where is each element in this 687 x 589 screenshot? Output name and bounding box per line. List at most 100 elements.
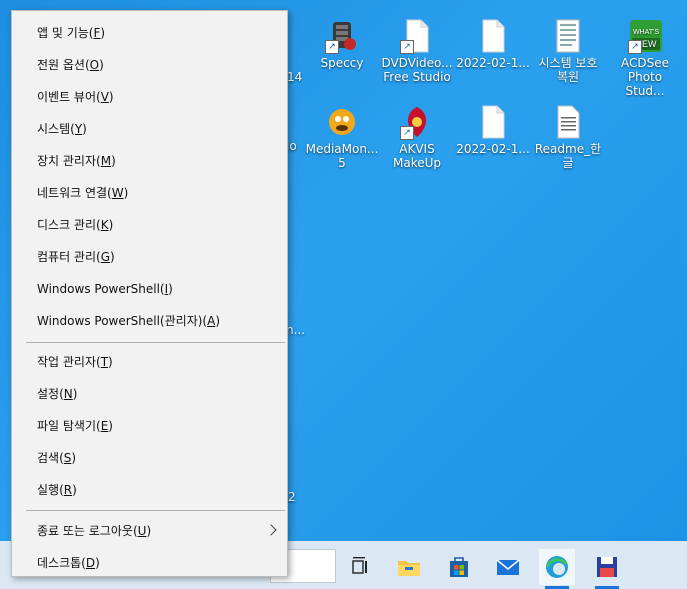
menu-item-label: 작업 관리자(	[37, 355, 101, 369]
desktop-icon-acdsee[interactable]: WHAT'S NEW ↗ ACDSee Photo Stud...	[607, 18, 683, 98]
desktop-icon-label: Speccy	[320, 56, 364, 70]
save-app-icon	[597, 557, 617, 577]
file-explorer-icon	[398, 561, 420, 576]
menu-item-label-tail: )	[123, 186, 129, 200]
shortcut-arrow-icon: ↗	[400, 40, 414, 54]
desktop-icon-akvis-makeup[interactable]: ↗ AKVIS MakeUp	[379, 104, 455, 170]
menu-item-label: Windows PowerShell(	[37, 282, 165, 296]
menu-item-computer-management[interactable]: 컴퓨터 관리(G)	[12, 243, 287, 271]
microsoft-store-button[interactable]	[441, 549, 477, 585]
menu-item-label: 데스크톱(	[37, 556, 86, 570]
desktop-icon-system-restore[interactable]: 시스템 보호 복원	[530, 18, 606, 84]
menu-item-windows-powershell[interactable]: Windows PowerShell(I)	[12, 275, 287, 303]
hidden-icon-label-fragment: n...	[286, 323, 306, 337]
task-view-button[interactable]	[342, 549, 378, 585]
menu-item-label-tail: )	[72, 387, 78, 401]
menu-item-power-options[interactable]: 전원 옵션(O)	[12, 51, 287, 79]
menu-item-label: 네트워크 연결(	[37, 186, 112, 200]
text-file-icon	[551, 104, 585, 140]
hidden-icon-label-fragment: 14	[287, 70, 303, 84]
desktop-icon-label: AKVIS MakeUp	[392, 142, 441, 170]
menu-item-accelerator: O	[89, 58, 100, 72]
menu-item-label-tail: )	[111, 154, 116, 168]
menu-item-accelerator: V	[100, 90, 109, 104]
menu-item-desktop[interactable]: 데스크톱(D)	[12, 549, 287, 577]
menu-item-label: 디스크 관리(	[37, 218, 101, 232]
desktop-icon-mediamonkey[interactable]: MediaMon... 5	[304, 104, 380, 170]
menu-item-event-viewer[interactable]: 이벤트 뷰어(V)	[12, 83, 287, 111]
blank-file-icon	[476, 104, 510, 140]
document-icon	[551, 18, 585, 54]
speccy-icon: ↗	[325, 18, 359, 54]
menu-item-label: 파일 탐색기(	[37, 419, 101, 433]
task-view-icon	[352, 557, 367, 574]
menu-item-label-tail: )	[100, 26, 106, 40]
menu-item-shutdown-or-signout[interactable]: 종료 또는 로그아웃(U)	[12, 517, 287, 545]
menu-item-search[interactable]: 검색(S)	[12, 444, 287, 472]
desktop-icon-label: 2022-02-1...	[456, 56, 530, 70]
desktop-icon-file-2022-b[interactable]: 2022-02-1...	[455, 104, 531, 156]
chevron-right-icon	[265, 524, 277, 536]
menu-item-apps-and-features[interactable]: 앱 및 기능(F)	[12, 19, 287, 47]
menu-item-label-tail: )	[108, 90, 114, 104]
menu-item-label-tail: )	[108, 419, 113, 433]
desktop-icon-speccy[interactable]: ↗ Speccy	[304, 18, 380, 70]
hidden-icon-label-fragment: 2	[288, 490, 296, 504]
menu-item-disk-management[interactable]: 디스크 관리(K)	[12, 211, 287, 239]
menu-item-label-tail: )	[99, 58, 104, 72]
menu-item-label: Windows PowerShell(관리자)(	[37, 314, 208, 328]
menu-item-accelerator: N	[63, 387, 73, 401]
menu-item-task-manager[interactable]: 작업 관리자(T)	[12, 348, 287, 376]
menu-item-label: 종료 또는 로그아웃(	[37, 524, 138, 538]
menu-item-label: 실행(	[37, 483, 64, 497]
menu-item-label: 전원 옵션(	[37, 58, 90, 72]
microsoft-store-icon	[450, 557, 468, 577]
menu-item-label: 앱 및 기능(	[37, 26, 94, 40]
menu-item-network-connections[interactable]: 네트워크 연결(W)	[12, 179, 287, 207]
desktop-icon-readme[interactable]: Readme_한글	[530, 104, 606, 170]
menu-item-accelerator: W	[111, 186, 124, 200]
menu-item-label-tail: )	[72, 483, 77, 497]
desktop-icon-label: MediaMon... 5	[305, 142, 379, 170]
menu-item-accelerator: M	[100, 154, 112, 168]
shortcut-arrow-icon: ↗	[628, 40, 642, 54]
desktop-icon-label: ACDSee Photo Stud...	[621, 56, 669, 98]
menu-item-accelerator: T	[100, 355, 109, 369]
shortcut-arrow-icon: ↗	[325, 40, 339, 54]
menu-item-accelerator: K	[100, 218, 109, 232]
winx-context-menu: 앱 및 기능(F) 전원 옵션(O) 이벤트 뷰어(V) 시스템(Y) 장치 관리자(M…	[11, 10, 288, 577]
menu-item-accelerator: D	[85, 556, 96, 570]
menu-item-label: 설정(	[37, 387, 64, 401]
menu-item-label-tail: )	[95, 556, 100, 570]
akvis-makeup-icon: ↗	[400, 104, 434, 140]
save-app-button[interactable]	[589, 549, 625, 589]
menu-item-windows-powershell-admin[interactable]: Windows PowerShell(관리자)(A)	[12, 307, 287, 335]
edge-icon	[546, 556, 568, 578]
menu-item-label-tail: )	[215, 314, 221, 328]
mail-button[interactable]	[490, 549, 526, 585]
menu-item-run[interactable]: 실행(R)	[12, 476, 287, 504]
svg-text:WHAT'S: WHAT'S	[633, 29, 659, 36]
menu-item-label-tail: )	[146, 524, 152, 538]
menu-item-accelerator: G	[100, 250, 111, 264]
desktop-icon-dvdvideo[interactable]: ↗ DVDVideo... Free Studio	[379, 18, 455, 84]
menu-item-settings[interactable]: 설정(N)	[12, 380, 287, 408]
menu-item-label: 시스템(	[37, 122, 75, 136]
dvdvideo-file-icon: ↗	[400, 18, 434, 54]
menu-item-label-tail: )	[168, 282, 173, 296]
desktop-icon-label: 시스템 보호 복원	[538, 56, 598, 84]
menu-item-label-tail: )	[82, 122, 87, 136]
shortcut-arrow-icon: ↗	[400, 126, 414, 140]
menu-item-system[interactable]: 시스템(Y)	[12, 115, 287, 143]
menu-item-file-explorer[interactable]: 파일 탐색기(E)	[12, 412, 287, 440]
desktop-icon-file-2022-a[interactable]: 2022-02-1...	[455, 18, 531, 70]
file-explorer-button[interactable]	[391, 549, 427, 585]
desktop-icon-label: DVDVideo... Free Studio	[381, 56, 453, 84]
menu-item-label-tail: )	[108, 218, 114, 232]
mediamonkey-icon	[325, 104, 359, 140]
menu-item-label-tail: )	[110, 250, 115, 264]
menu-item-label-tail: )	[71, 451, 77, 465]
menu-item-device-manager[interactable]: 장치 관리자(M)	[12, 147, 287, 175]
menu-item-accelerator: R	[63, 483, 73, 497]
edge-button[interactable]	[539, 549, 575, 589]
